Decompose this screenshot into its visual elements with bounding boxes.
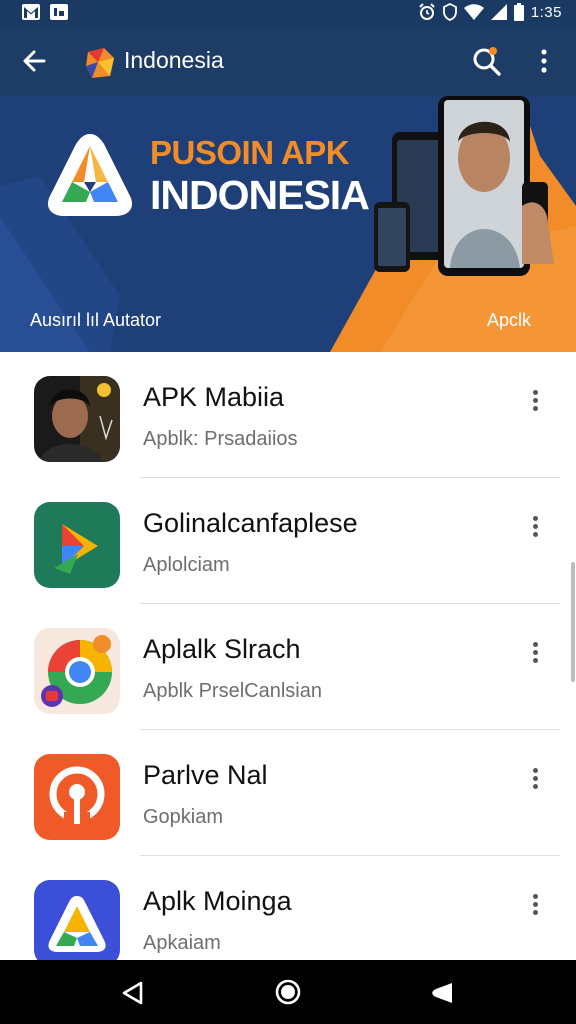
app-list: APK Mabiia Apblk: Prsadaiios Golinalcanf…	[0, 352, 576, 960]
banner-subtitle-left: Ausırıl lıl Autator	[30, 310, 162, 330]
item-more-button[interactable]	[524, 892, 546, 918]
notification-icon	[50, 4, 68, 20]
app-title: Indonesia	[124, 47, 224, 73]
promo-banner[interactable]: PUSOIN APK INDONESIA Ausırıl lıl Autator…	[0, 96, 576, 352]
status-time: 1:35	[530, 3, 562, 21]
app-bar: Indonesia	[0, 26, 576, 96]
apk-logo-icon	[47, 134, 133, 216]
list-item[interactable]: Parlve Nal Gopkiam	[0, 730, 576, 856]
alarm-icon	[419, 3, 435, 20]
nav-recent-icon[interactable]	[430, 980, 454, 1006]
app-subtitle: Gopkiam	[143, 806, 224, 828]
phones-illustration	[374, 96, 554, 276]
app-subtitle: Aplolciam	[143, 554, 230, 576]
status-bar: 1:35	[0, 0, 576, 26]
item-more-button[interactable]	[524, 640, 546, 666]
list-item[interactable]: APK Mabiia Apblk: Prsadaiios	[0, 352, 576, 478]
blue-triangle-app-icon	[34, 880, 120, 960]
banner-title-line2: INDONESIA	[150, 172, 370, 218]
more-options-button[interactable]	[532, 46, 556, 76]
nav-home-icon[interactable]	[274, 978, 302, 1006]
chrome-like-app-icon	[34, 628, 120, 714]
app-name: Aplk Moinga	[143, 886, 292, 916]
navigation-bar	[0, 960, 576, 1024]
banner-subtitle-right: Apclk	[487, 310, 532, 330]
list-item[interactable]: Aplk Moinga Apkaiam	[0, 856, 576, 960]
vpn-icon	[442, 3, 457, 21]
item-more-button[interactable]	[524, 514, 546, 540]
app-name: Parlve Nal	[143, 760, 268, 790]
app-subtitle: Apkaiam	[143, 932, 221, 954]
brand-logo-icon	[86, 48, 114, 78]
green-play-app-icon	[34, 502, 120, 588]
battery-icon	[513, 3, 524, 21]
back-button[interactable]	[20, 46, 54, 76]
item-more-button[interactable]	[524, 388, 546, 414]
orange-target-app-icon	[34, 754, 120, 840]
wifi-icon	[463, 4, 484, 20]
app-subtitle: Apblk: Prsadaiios	[143, 428, 298, 450]
app-name: Golinalcanfaplese	[143, 508, 358, 538]
app-name: APK Mabiia	[143, 382, 285, 412]
portrait-app-icon	[34, 376, 120, 462]
banner-title-line1: PUSOIN APK	[150, 134, 350, 171]
back-arrow-icon	[23, 50, 46, 72]
gmail-icon	[22, 4, 40, 20]
item-more-button[interactable]	[524, 766, 546, 792]
app-subtitle: Apblk PrselCanlsian	[143, 680, 322, 702]
search-icon	[473, 47, 501, 76]
nav-back-icon[interactable]	[120, 980, 144, 1006]
scrollbar[interactable]	[571, 562, 575, 682]
list-item[interactable]: Golinalcanfaplese Aplolciam	[0, 478, 576, 604]
list-item[interactable]: Aplalk Slrach Apblk PrselCanlsian	[0, 604, 576, 730]
signal-icon	[490, 4, 507, 20]
search-button[interactable]	[470, 44, 504, 78]
more-vert-icon	[541, 49, 547, 73]
app-name: Aplalk Slrach	[143, 634, 301, 664]
